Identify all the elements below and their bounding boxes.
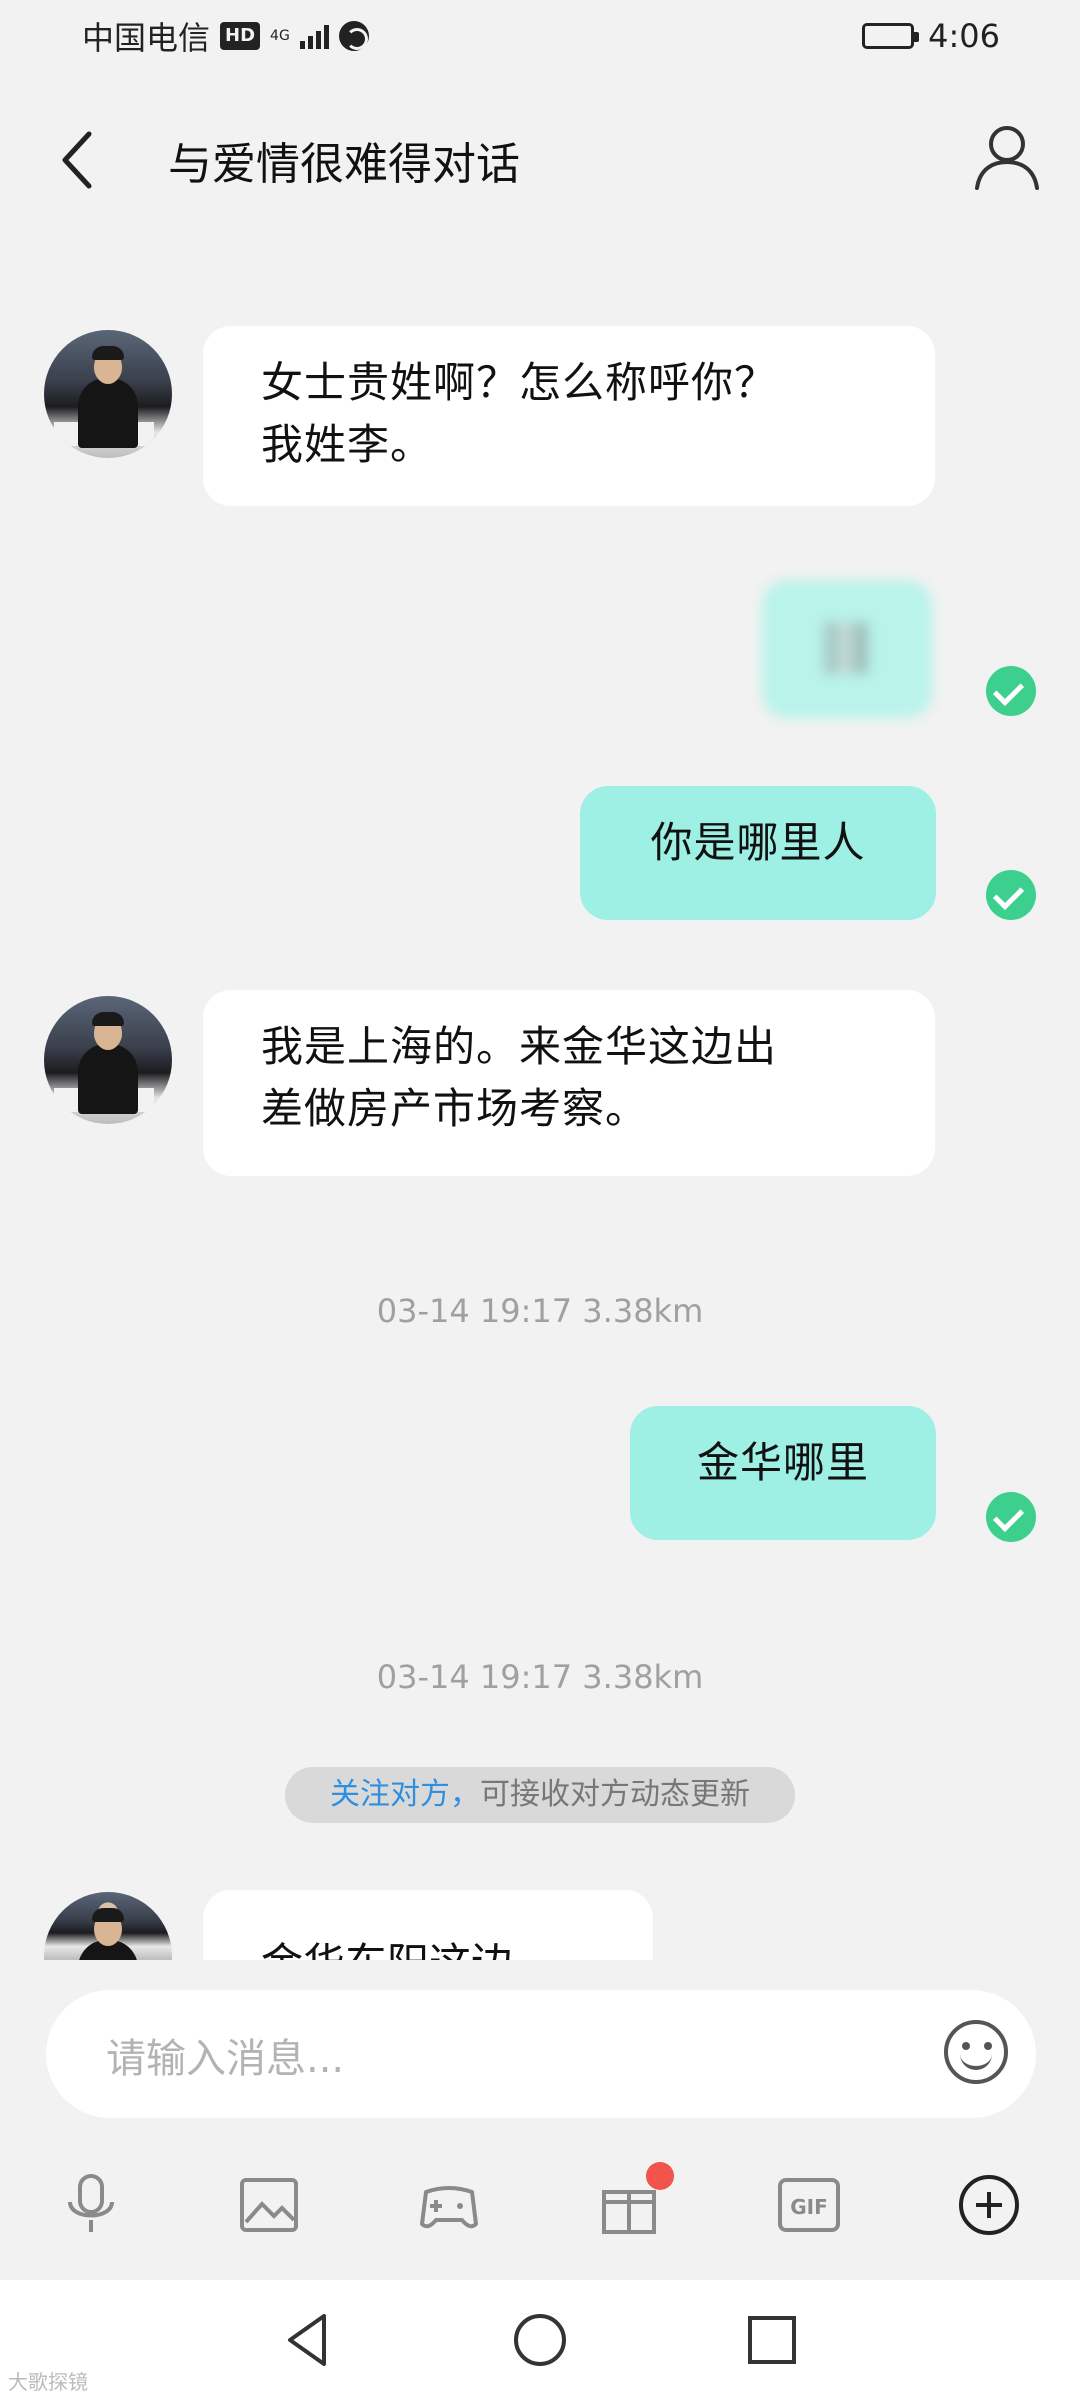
message-bubble-outgoing[interactable]: 金华哪里 [630, 1406, 936, 1540]
message-bubble-incoming[interactable]: 女士贵姓啊？怎么称呼你？ 我姓李。 [203, 326, 935, 506]
blurred-message-bubble[interactable] [762, 580, 932, 718]
contact-avatar[interactable] [44, 330, 172, 458]
svg-text:GIF: GIF [790, 2195, 828, 2219]
gift-button[interactable] [596, 2162, 674, 2238]
system-nav-bar [0, 2280, 1080, 2400]
follow-notice[interactable]: 关注对方，可接收对方动态更新 [285, 1767, 795, 1823]
nav-home-button[interactable] [508, 2308, 572, 2372]
message-bubble-incoming[interactable]: 金华东阳这边 [203, 1890, 653, 1960]
image-icon [240, 2178, 298, 2232]
contact-avatar[interactable] [44, 996, 172, 1124]
network-label: 4G [270, 28, 290, 44]
message-line: 差做房产市场考察。 [261, 1084, 649, 1133]
message-line: 我姓李。 [261, 420, 434, 469]
voice-button[interactable] [58, 2172, 124, 2238]
contact-avatar[interactable] [44, 1892, 172, 1960]
mic-icon [68, 2174, 114, 2232]
battery-icon [862, 23, 920, 49]
status-right: 4:06 [862, 17, 1000, 55]
more-button[interactable] [956, 2172, 1022, 2238]
gif-icon: GIF [778, 2178, 840, 2232]
square-recents-icon [748, 2316, 796, 2364]
plus-icon [959, 2175, 1019, 2235]
message-input-placeholder: 请输入消息... [106, 2036, 345, 2082]
message-text: 金华东阳这边 [261, 1939, 513, 1960]
chat-toolbar: GIF [0, 2160, 1080, 2250]
status-left: 中国电信 HD 4G [82, 13, 369, 59]
person-icon [975, 126, 1039, 190]
read-check-icon [986, 666, 1036, 716]
message-input[interactable]: 请输入消息... [46, 1990, 1036, 2118]
profile-button[interactable] [972, 122, 1042, 192]
message-text: 金华哪里 [696, 1438, 869, 1487]
gif-button[interactable]: GIF [776, 2172, 842, 2238]
chat-header: 与爱情很难得对话 [0, 100, 1080, 210]
clock: 4:06 [928, 17, 1000, 55]
signal-icon [299, 23, 329, 49]
chevron-left-icon [62, 131, 92, 189]
message-bubble-incoming[interactable]: 我是上海的。来金华这边出 差做房产市场考察。 [203, 990, 935, 1176]
nav-recents-button[interactable] [740, 2308, 804, 2372]
watermark: 大歌探镜 [8, 2370, 88, 2394]
read-check-icon [986, 870, 1036, 920]
status-bar: 中国电信 HD 4G 4:06 [0, 0, 1080, 72]
notification-dot [646, 2162, 674, 2190]
message-line: 女士贵姓啊？怎么称呼你？ [261, 358, 778, 407]
triangle-back-icon [288, 2314, 326, 2366]
message-bubble-outgoing[interactable]: 你是哪里人 [580, 786, 936, 920]
follow-notice-text: 可接收对方动态更新 [480, 1777, 750, 1812]
hd-badge: HD [220, 22, 261, 50]
emoji-icon[interactable] [944, 2020, 1008, 2084]
message-list-edge [0, 1960, 1080, 1980]
read-check-icon [986, 1492, 1036, 1542]
gamepad-icon [420, 2186, 478, 2229]
chat-title: 与爱情很难得对话 [168, 139, 520, 190]
back-button[interactable] [55, 130, 105, 190]
message-timestamp: 03-14 19:17 3.38km [376, 1292, 704, 1330]
game-button[interactable] [416, 2172, 482, 2238]
nav-back-button[interactable] [276, 2308, 340, 2372]
carrier-label: 中国电信 [82, 19, 211, 57]
circle-home-icon [514, 2314, 566, 2366]
follow-link[interactable]: 关注对方， [330, 1777, 480, 1812]
globe-icon [338, 21, 369, 51]
image-button[interactable] [236, 2172, 302, 2238]
message-timestamp: 03-14 19:17 3.38km [376, 1658, 704, 1696]
message-text: 你是哪里人 [650, 818, 866, 867]
message-line: 我是上海的。来金华这边出 [261, 1022, 778, 1071]
